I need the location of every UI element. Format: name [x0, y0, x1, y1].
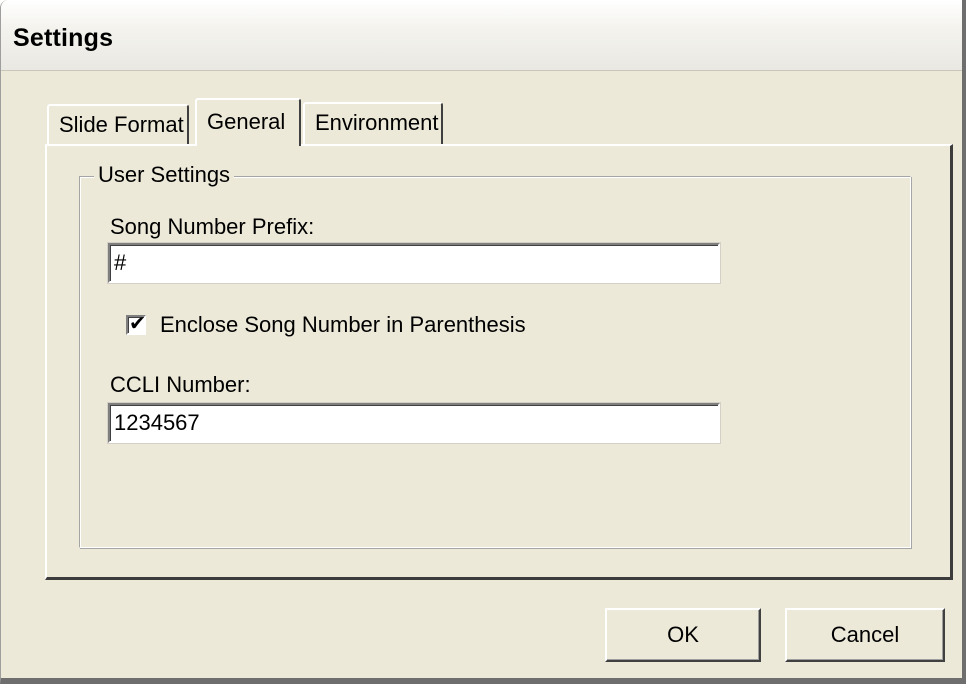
user-settings-group: User Settings Song Number Prefix: ✔ Encl… [79, 160, 911, 548]
group-legend: User Settings [94, 160, 235, 190]
tab-label: Slide Format [59, 112, 184, 137]
song-number-prefix-input[interactable] [108, 243, 720, 283]
tab-label: General [207, 109, 286, 134]
settings-dialog: Settings Slide Format General Environmen… [0, 0, 966, 684]
dialog-title: Settings [13, 24, 114, 52]
tab-label: Environment [315, 110, 439, 135]
ccli-number-input[interactable] [108, 403, 720, 443]
general-tab-panel: User Settings Song Number Prefix: ✔ Encl… [45, 144, 953, 580]
enclose-parenthesis-label[interactable]: Enclose Song Number in Parenthesis [160, 311, 526, 339]
ccli-number-label: CCLI Number: [110, 372, 251, 397]
enclose-parenthesis-checkbox[interactable]: ✔ [126, 313, 146, 335]
ok-button[interactable]: OK [605, 608, 761, 662]
song-number-prefix-label: Song Number Prefix: [110, 214, 315, 239]
tab-general[interactable]: General [195, 98, 301, 146]
title-bar[interactable]: Settings [1, 0, 962, 71]
cancel-button[interactable]: Cancel [785, 608, 945, 662]
tab-environment[interactable]: Environment [303, 102, 443, 144]
tab-slide-format[interactable]: Slide Format [47, 104, 189, 146]
checkmark-icon: ✔ [129, 313, 146, 335]
